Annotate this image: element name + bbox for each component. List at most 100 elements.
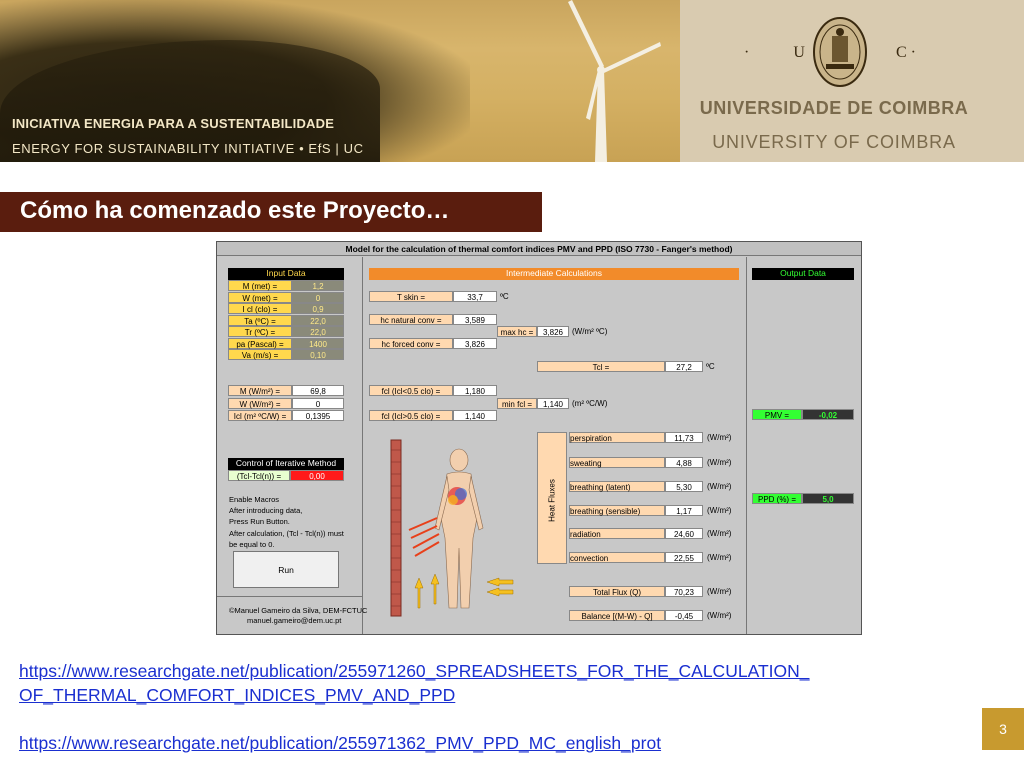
flux-label: breathing (latent) — [569, 481, 665, 492]
total-flux-label: Total Flux (Q) — [569, 586, 665, 597]
derived-label: Icl (m² ºC/W) = — [228, 410, 292, 421]
flux-unit: (W/m²) — [707, 433, 732, 442]
min-fcl-label: min fcl = — [497, 398, 537, 409]
max-hc-value: 3,826 — [537, 326, 569, 337]
fcl-high-value: 1,140 — [453, 410, 497, 421]
hc-natural-value: 3,589 — [453, 314, 497, 325]
t-skin-unit: ºC — [500, 292, 509, 301]
uc-logo-right-letter: C · — [896, 44, 916, 61]
input-label: Va (m/s) = — [228, 349, 292, 360]
input-data-header: Input Data — [228, 268, 344, 280]
t-skin-value: 33,7 — [453, 291, 497, 302]
instruction-line: After calculation, (Tcl - Tcl(n)) must — [229, 528, 344, 538]
min-fcl-unit: (m² ºC/W) — [572, 399, 608, 408]
ppd-value: 5,0 — [802, 493, 854, 504]
tcl-label: Tcl = — [537, 361, 665, 372]
initiative-title-en: ENERGY FOR SUSTAINABILITY INITIATIVE • E… — [12, 141, 364, 156]
initiative-title-pt: INICIATIVA ENERGIA PARA A SUSTENTABILIDA… — [12, 116, 335, 131]
tcl-value: 27,2 — [665, 361, 703, 372]
derived-value: 0 — [292, 397, 344, 409]
link-researchgate-spreadsheets-line1[interactable]: https://www.researchgate.net/publication… — [19, 661, 809, 682]
run-button[interactable]: Run — [233, 551, 339, 588]
human-heat-illustration — [390, 439, 514, 617]
flux-unit: (W/m²) — [707, 506, 732, 515]
hc-natural-label: hc natural conv = — [369, 314, 453, 325]
intermediate-header: Intermediate Calculations — [369, 268, 739, 280]
tcl-unit: ºC — [706, 362, 715, 371]
flux-value: 1,17 — [665, 505, 703, 516]
credit-email: manuel.gameiro@dem.uc.pt — [247, 616, 342, 625]
input-label: I cl (clo) = — [228, 303, 292, 314]
flux-value: 5,30 — [665, 481, 703, 492]
flux-label: radiation — [569, 528, 665, 539]
instruction-line: Press Run Button. — [229, 517, 290, 527]
input-label: M (met) = — [228, 280, 292, 291]
input-value[interactable]: 22,0 — [292, 326, 344, 337]
flux-unit: (W/m²) — [707, 482, 732, 491]
page-number: 3 — [982, 708, 1024, 750]
input-label: Ta (ºC) = — [228, 314, 292, 326]
control-label: (Tcl-Tcl(n)) = — [228, 470, 290, 481]
pmv-label: PMV = — [752, 409, 802, 420]
heat-fluxes-label: Heat Fluxes — [547, 479, 557, 522]
derived-value: 0,1395 — [292, 410, 344, 421]
university-name-pt: UNIVERSIDADE DE COIMBRA — [699, 98, 969, 118]
control-header: Control of Iterative Method — [228, 458, 344, 470]
instruction-line: Enable Macros — [229, 495, 280, 504]
row-divider — [217, 596, 362, 597]
fcl-low-label: fcl (Icl<0.5 clo) = — [369, 385, 453, 396]
flux-unit: (W/m²) — [707, 529, 732, 538]
flux-label: sweating — [569, 457, 665, 468]
derived-label: M (W/m²) = — [228, 385, 292, 396]
input-value[interactable]: 0,9 — [292, 303, 344, 314]
flux-label: perspiration — [569, 432, 665, 443]
control-value[interactable]: 0,00 — [290, 470, 344, 481]
university-seal-icon — [813, 17, 867, 87]
hc-forced-value: 3,826 — [453, 338, 497, 349]
flux-label: convection — [569, 552, 665, 563]
input-value[interactable]: 0,10 — [292, 349, 344, 360]
ppd-label: PPD (%) = — [752, 493, 802, 504]
max-hc-unit: (W/m² ºC) — [572, 327, 608, 336]
input-label: Tr (ºC) = — [228, 326, 292, 337]
total-flux-unit: (W/m²) — [707, 587, 732, 596]
fcl-high-label: fcl (Icl>0.5 clo) = — [369, 410, 453, 421]
pmv-value: -0,02 — [802, 409, 854, 420]
link-researchgate-spreadsheets-line2[interactable]: OF_THERMAL_COMFORT_INDICES_PMV_AND_PPD — [19, 685, 455, 706]
balance-unit: (W/m²) — [707, 611, 732, 620]
input-value[interactable]: 22,0 — [292, 314, 344, 326]
link-researchgate-pmv-ppd[interactable]: https://www.researchgate.net/publication… — [19, 733, 661, 754]
flux-value: 11,73 — [665, 432, 703, 443]
input-label: pa (Pascal) = — [228, 337, 292, 349]
spreadsheet-screenshot: Model for the calculation of thermal com… — [216, 241, 862, 635]
hc-forced-label: hc forced conv = — [369, 338, 453, 349]
wind-turbine-icon — [568, 0, 661, 162]
header-banner: INICIATIVA ENERGIA PARA A SUSTENTABILIDA… — [0, 0, 1024, 162]
max-hc-label: max hc = — [497, 326, 537, 337]
input-value[interactable]: 1400 — [292, 337, 344, 349]
flux-label: breathing (sensible) — [569, 505, 665, 516]
slide: INICIATIVA ENERGIA PARA A SUSTENTABILIDA… — [0, 0, 1024, 768]
instruction-line: After introducing data, — [229, 506, 303, 516]
input-label: W (met) = — [228, 291, 292, 303]
flux-value: 22,55 — [665, 552, 703, 563]
derived-value: 69,8 — [292, 385, 344, 396]
flux-value: 24,60 — [665, 528, 703, 539]
input-value[interactable]: 1,2 — [292, 280, 344, 291]
total-flux-value: 70,23 — [665, 586, 703, 597]
slide-title: Cómo ha comenzado este Proyecto… — [20, 197, 450, 224]
sheet-header: Model for the calculation of thermal com… — [217, 242, 861, 256]
min-fcl-value: 1,140 — [537, 398, 569, 409]
balance-label: Balance [(M-W) - Q] — [569, 610, 665, 621]
input-value[interactable]: 0 — [292, 291, 344, 303]
column-divider — [362, 257, 363, 634]
flux-unit: (W/m²) — [707, 553, 732, 562]
balance-value: -0,45 — [665, 610, 703, 621]
university-name-en: UNIVERSITY OF COIMBRA — [712, 132, 956, 152]
instruction-line: be equal to 0. — [229, 539, 275, 549]
output-data-header: Output Data — [752, 268, 854, 280]
derived-label: W (W/m²) = — [228, 397, 292, 409]
fcl-low-value: 1,180 — [453, 385, 497, 396]
flux-unit: (W/m²) — [707, 458, 732, 467]
t-skin-label: T skin = — [369, 291, 453, 302]
